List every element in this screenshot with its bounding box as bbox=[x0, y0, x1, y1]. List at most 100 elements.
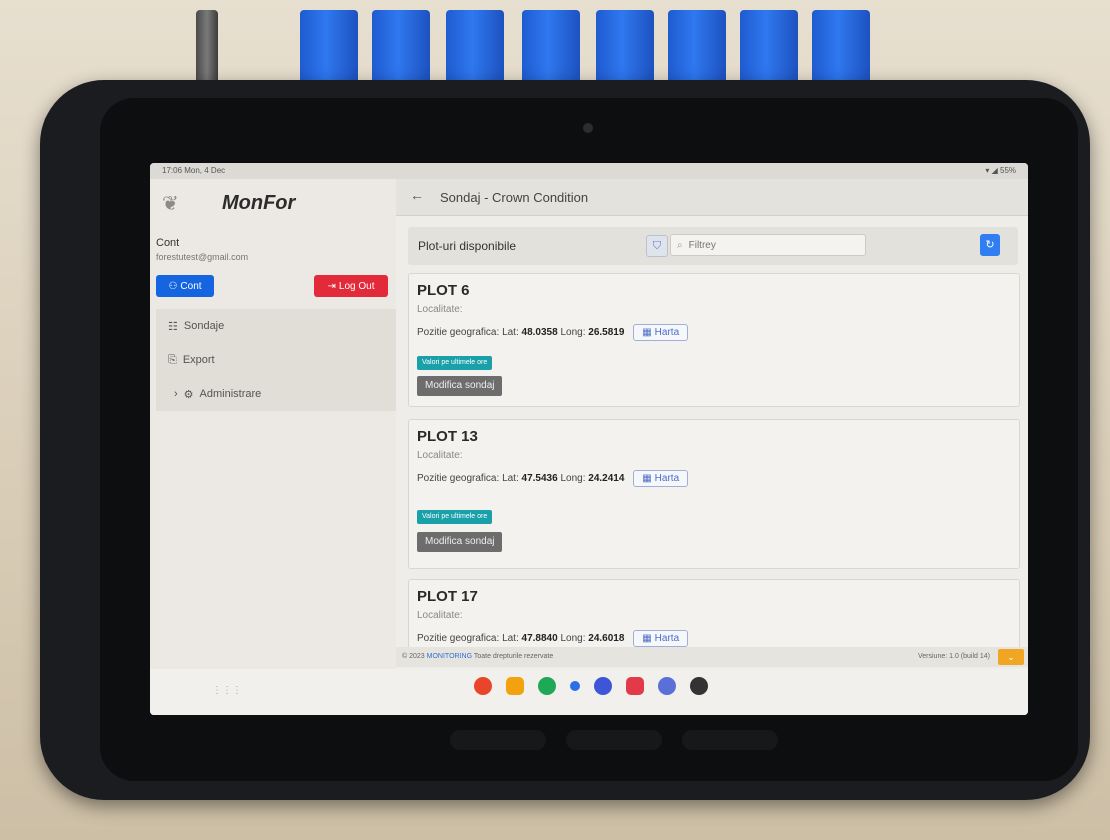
app-icon[interactable] bbox=[626, 677, 644, 695]
user-icon: ⚇ bbox=[168, 280, 178, 292]
app-icon[interactable] bbox=[474, 677, 492, 695]
blue-pipe bbox=[372, 10, 430, 90]
sidebar-item-label: Export bbox=[182, 354, 215, 366]
dock-apps bbox=[474, 677, 708, 695]
lat-value: 48.0358 bbox=[521, 327, 558, 338]
map-button-label: Harta bbox=[654, 327, 680, 338]
position-label: Pozitie geografica: bbox=[417, 473, 500, 484]
account-button-label: Cont bbox=[180, 280, 202, 292]
position-label: Pozitie geografica: bbox=[417, 633, 500, 644]
chevron-right-icon: › bbox=[174, 388, 178, 400]
lat-value: 47.8840 bbox=[521, 633, 558, 644]
app-logo[interactable]: ❦ MonFor bbox=[150, 187, 396, 219]
blue-pipe bbox=[300, 10, 358, 90]
leaf-logo-icon: ❦ bbox=[162, 193, 179, 215]
app-icon[interactable] bbox=[690, 677, 708, 695]
front-camera bbox=[583, 123, 593, 133]
clipboard-icon: ☷ bbox=[168, 320, 178, 333]
back-arrow-icon[interactable]: ← bbox=[410, 187, 424, 203]
sidebar-item-label: Administrare bbox=[199, 388, 262, 400]
time-values-badge[interactable]: Valori pe ultimele ore bbox=[417, 356, 493, 370]
map-button[interactable]: ▦ Harta bbox=[633, 630, 689, 647]
plot-list-header: Plot-uri disponibile ⛉ ⌕ ↻ bbox=[408, 227, 1018, 265]
blue-pipe bbox=[740, 10, 798, 90]
lat-label: Lat: bbox=[502, 327, 519, 338]
status-bar: 17:06 Mon, 4 Dec ▾ ◢ 55% bbox=[150, 163, 1028, 179]
sidebar-item-administrare[interactable]: › ⚙ Administrare bbox=[156, 377, 396, 411]
map-button-label: Harta bbox=[654, 473, 680, 484]
plot-coordinates: Pozitie geografica: Lat: 47.5436 Long: 2… bbox=[417, 470, 689, 487]
map-button[interactable]: ▦ Harta bbox=[633, 470, 689, 487]
time-values-badge[interactable]: Valori pe ultimele ore bbox=[417, 510, 493, 524]
hardware-key bbox=[450, 730, 546, 750]
long-label: Long: bbox=[560, 473, 586, 484]
edit-survey-button[interactable]: Modifica sondaj bbox=[417, 532, 503, 552]
plot-name: PLOT 17 bbox=[417, 588, 478, 605]
plot-locality: Localitate: bbox=[417, 304, 463, 315]
refresh-button[interactable]: ↻ bbox=[980, 234, 1000, 256]
search-input[interactable] bbox=[686, 238, 851, 252]
footer-copyright: © 2023 MONITORING Toate drepturile rezer… bbox=[402, 653, 553, 660]
account-button[interactable]: ⚇ Cont bbox=[156, 275, 214, 297]
blue-pipe bbox=[522, 10, 580, 90]
sidebar: ❦ MonFor Cont forestutest@gmail.com ⚇ Co… bbox=[150, 179, 397, 715]
android-dock: ⋮⋮⋮ bbox=[150, 669, 1028, 715]
long-value: 24.6018 bbox=[588, 633, 625, 644]
filter-button[interactable]: ⛉ bbox=[646, 235, 668, 257]
map-icon: ▦ bbox=[642, 473, 652, 484]
sidebar-item-sondaje[interactable]: ☷ Sondaje bbox=[156, 309, 396, 343]
blue-pipe bbox=[812, 10, 870, 90]
map-button-label: Harta bbox=[654, 633, 680, 644]
app-name: MonFor bbox=[222, 192, 296, 214]
blue-pipe bbox=[668, 10, 726, 90]
blue-pipe bbox=[446, 10, 504, 90]
app-icon[interactable] bbox=[506, 677, 524, 695]
chevron-down-icon[interactable]: ⌄ bbox=[998, 649, 1024, 665]
app-icon[interactable] bbox=[658, 677, 676, 695]
long-label: Long: bbox=[560, 327, 586, 338]
sidebar-menu: ☷ Sondaje ⎘ Export › ⚙ Administrare bbox=[156, 309, 396, 411]
export-icon: ⎘ bbox=[168, 353, 177, 366]
plot-name: PLOT 13 bbox=[417, 428, 478, 445]
blue-pipe bbox=[596, 10, 654, 90]
search-icon: ⌕ bbox=[677, 239, 683, 251]
position-label: Pozitie geografica: bbox=[417, 327, 500, 338]
account-title: Cont bbox=[156, 237, 180, 249]
footer-link[interactable]: MONITORING bbox=[427, 653, 472, 660]
plot-locality: Localitate: bbox=[417, 450, 463, 461]
sidebar-item-label: Sondaje bbox=[183, 320, 225, 332]
hardware-key bbox=[682, 730, 778, 750]
map-icon: ▦ bbox=[642, 633, 652, 644]
edit-survey-button[interactable]: Modifica sondaj bbox=[417, 376, 503, 396]
footer-rights: Toate drepturile rezervate bbox=[473, 653, 554, 660]
footer-year: © 2023 bbox=[402, 653, 425, 660]
account-email: forestutest@gmail.com bbox=[156, 252, 249, 262]
sidebar-item-export[interactable]: ⎘ Export bbox=[156, 343, 396, 377]
logout-button[interactable]: ⇥ Log Out bbox=[314, 275, 388, 297]
hardware-key bbox=[566, 730, 662, 750]
tablet-screen: 17:06 Mon, 4 Dec ▾ ◢ 55% ❦ MonFor Cont f… bbox=[150, 163, 1028, 715]
map-icon: ▦ bbox=[642, 327, 652, 338]
plot-name: PLOT 6 bbox=[417, 282, 470, 299]
status-indicators: ▾ ◢ 55% bbox=[985, 166, 1016, 175]
plot-coordinates: Pozitie geografica: Lat: 48.0358 Long: 2… bbox=[417, 324, 689, 341]
app-icon[interactable] bbox=[594, 677, 612, 695]
long-label: Long: bbox=[560, 633, 586, 644]
plot-card: PLOT 6 Localitate: Pozitie geografica: L… bbox=[408, 273, 1020, 407]
app-drawer-icon[interactable]: ⋮⋮⋮ bbox=[212, 685, 242, 696]
app-icon[interactable] bbox=[538, 677, 556, 695]
search-field[interactable]: ⌕ bbox=[670, 234, 866, 256]
page-footer: © 2023 MONITORING Toate drepturile rezer… bbox=[396, 647, 1028, 667]
logout-icon: ⇥ bbox=[327, 280, 336, 292]
plot-coordinates: Pozitie geografica: Lat: 47.8840 Long: 2… bbox=[417, 630, 689, 647]
main-content: ← Sondaj - Crown Condition Plot-uri disp… bbox=[396, 179, 1028, 715]
page-title: Sondaj - Crown Condition bbox=[440, 190, 589, 205]
map-button[interactable]: ▦ Harta bbox=[633, 324, 689, 341]
top-app-bar: ← Sondaj - Crown Condition bbox=[396, 179, 1028, 216]
plot-list-title: Plot-uri disponibile bbox=[418, 239, 517, 253]
gear-icon: ⚙ bbox=[183, 388, 194, 401]
status-time: 17:06 Mon, 4 Dec bbox=[162, 166, 226, 175]
plot-card: PLOT 13 Localitate: Pozitie geografica: … bbox=[408, 419, 1020, 569]
app-icon[interactable] bbox=[570, 681, 580, 691]
lat-label: Lat: bbox=[502, 633, 519, 644]
